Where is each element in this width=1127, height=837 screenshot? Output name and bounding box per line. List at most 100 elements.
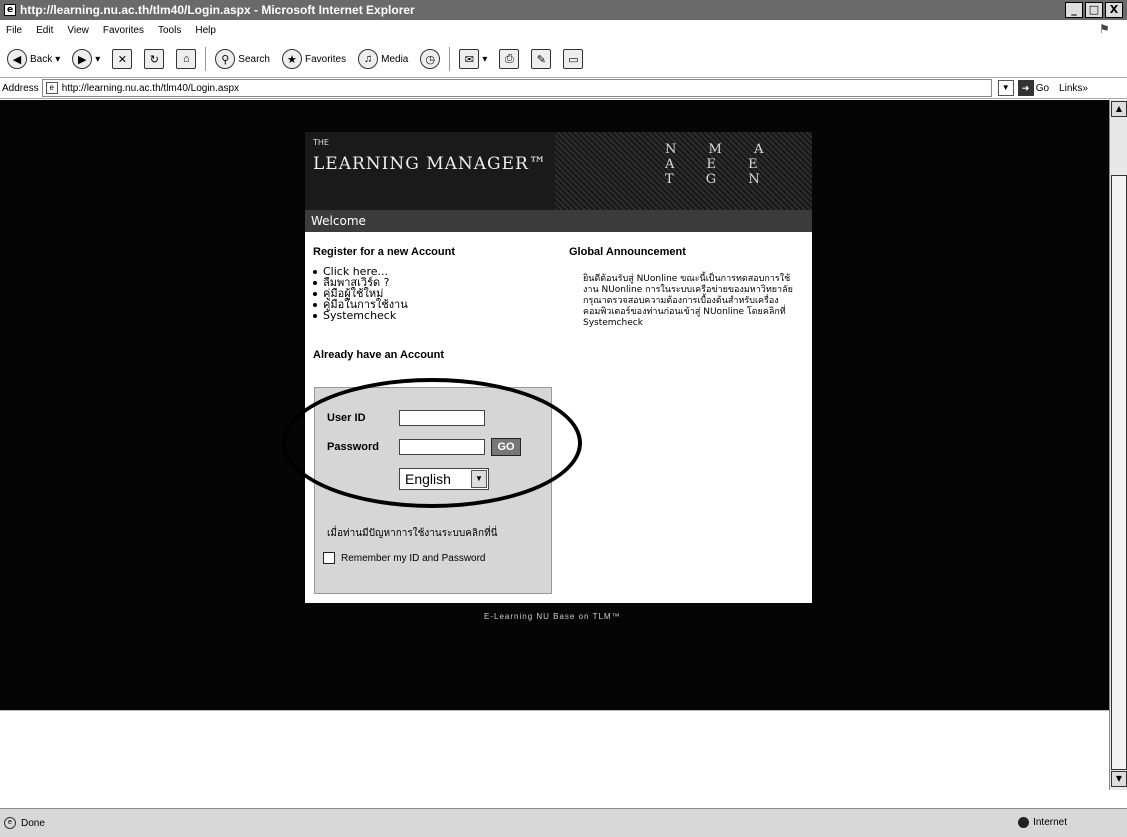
forward-button[interactable]: ▶ ▾ [69,47,103,71]
stop-icon: ✕ [112,49,133,69]
bullet-icon [313,302,317,307]
page-icon: e [45,82,58,94]
toolbar-divider [205,47,207,71]
menu-file[interactable]: File [6,25,22,36]
status-bar: e Done Internet [0,808,1127,837]
menu-tools[interactable]: Tools [158,25,181,36]
remember-label: Remember my ID and Password [341,552,486,564]
favorites-label: Favorites [304,53,347,65]
print-button[interactable]: ⎙ [496,47,522,71]
password-row: Password GO [327,438,521,456]
back-button[interactable]: ◀ Back ▾ [4,47,63,71]
maximize-button[interactable]: □ [1085,2,1103,18]
favorites-button[interactable]: ★ Favorites [279,47,349,71]
chevron-down-icon: ▾ [482,53,488,65]
history-icon: ◷ [420,49,441,69]
home-icon: ⌂ [176,49,197,69]
chevron-down-icon[interactable]: ▼ [471,470,487,488]
toolbar: ◀ Back ▾ ▶ ▾ ✕ ↻ ⌂ ⚲ Search ★ Favorites … [0,42,1127,76]
title-bar: e http://learning.nu.ac.th/tlm40/Login.a… [0,0,1127,20]
search-label: Search [238,53,270,65]
learning-manager-banner: THE LEARNING MANAGER™ N M A A E E T G N [305,132,812,210]
go-login-button[interactable]: GO [491,438,521,456]
discuss-button[interactable]: ▭ [560,47,586,71]
banner-letters: N M A A E E T G N [665,142,778,187]
language-row: English ▼ [399,468,489,490]
forward-arrow-icon: ▶ [72,49,93,69]
scroll-down-icon[interactable]: ▼ [1111,771,1127,787]
go-arrow-icon: ➜ [1017,80,1034,96]
password-label: Password [327,441,379,453]
home-button[interactable]: ⌂ [173,47,199,71]
edit-button[interactable]: ✎ [528,47,554,71]
register-heading: Register for a new Account [313,246,456,258]
announcement-text: ยินดีต้อนรับสู่ NUonline ขณะนี้เป็นการทด… [583,274,793,328]
links-button[interactable]: Links [1059,83,1082,94]
address-bar: Address e http://learning.nu.ac.th/tlm40… [0,77,1127,99]
address-input[interactable]: e http://learning.nu.ac.th/tlm40/Login.a… [41,79,992,97]
menu-bar: File Edit View Favorites Tools Help [0,20,1127,40]
menu-help[interactable]: Help [195,25,216,36]
user-id-row: User ID [327,410,485,426]
scroll-up-icon[interactable]: ▲ [1111,101,1127,117]
refresh-icon: ↻ [144,49,165,69]
mail-icon: ✉ [459,49,480,69]
bullet-icon [313,313,317,318]
security-zone: Internet [1018,817,1067,828]
mail-button[interactable]: ✉ ▾ [456,47,490,71]
list-item[interactable]: Systemcheck [313,310,553,321]
chevron-down-icon: ▾ [95,53,101,65]
history-button[interactable]: ◷ [417,47,443,71]
page-bottom-area [0,710,1109,790]
welcome-header: Welcome [305,210,812,232]
search-button[interactable]: ⚲ Search [212,47,273,71]
refresh-button[interactable]: ↻ [141,47,167,71]
star-icon: ★ [281,49,302,69]
announcement-section: Global Announcement ยินดีต้อนรับสู่ NUon… [569,246,804,329]
user-id-label: User ID [327,412,366,424]
page-done-icon: e [4,817,16,829]
address-dropdown-icon[interactable]: ▼ [997,80,1014,96]
minimize-button[interactable]: _ [1065,2,1083,18]
chevron-down-icon: ▾ [55,53,61,65]
status-text: Done [21,817,45,829]
media-button[interactable]: ♫ Media [355,47,411,71]
media-icon: ♫ [358,49,379,69]
systemcheck-link[interactable]: Systemcheck [323,310,396,321]
chevron-right-icon[interactable]: » [1082,83,1088,94]
globe-icon [1018,817,1030,828]
bullet-icon [313,280,317,285]
remember-checkbox[interactable] [323,552,335,564]
problem-link[interactable]: เมื่อท่านมีปัญหาการใช้งานระบบคลิกที่นี่ [327,526,498,541]
register-section: Register for a new Account Click here...… [313,246,553,361]
back-label: Back [30,53,53,65]
menu-view[interactable]: View [67,25,89,36]
learning-manager-logo: LEARNING MANAGER™ [313,154,547,174]
discuss-icon: ▭ [563,49,584,69]
go-label: Go [1035,82,1050,94]
vertical-scrollbar[interactable]: ▲ ▼ [1109,100,1127,790]
scroll-thumb[interactable] [1111,175,1127,770]
register-links: Click here... ลืมพาสเวิร์ด ? คู่มือผู้ใช… [313,266,553,321]
window-controls: _ □ X [1065,2,1123,18]
password-input[interactable] [399,439,485,455]
stop-button[interactable]: ✕ [109,47,135,71]
bullet-icon [313,269,317,274]
remember-row[interactable]: Remember my ID and Password [323,552,486,564]
media-label: Media [381,53,409,65]
close-button[interactable]: X [1105,2,1123,18]
address-label: Address [2,82,39,94]
edit-icon: ✎ [531,49,552,69]
banner-small-text: THE [313,138,329,147]
language-select[interactable]: English ▼ [399,468,489,490]
zone-label: Internet [1033,817,1067,828]
search-icon: ⚲ [215,49,236,69]
announcement-heading: Global Announcement [569,246,686,258]
menu-favorites[interactable]: Favorites [103,25,144,36]
user-id-input[interactable] [399,410,485,426]
go-button[interactable]: ➜ Go [1017,80,1050,96]
windows-logo-icon: ⚑ [1099,22,1110,36]
menu-edit[interactable]: Edit [36,25,53,36]
language-value: English [405,471,451,487]
ie-icon: e [4,4,16,16]
